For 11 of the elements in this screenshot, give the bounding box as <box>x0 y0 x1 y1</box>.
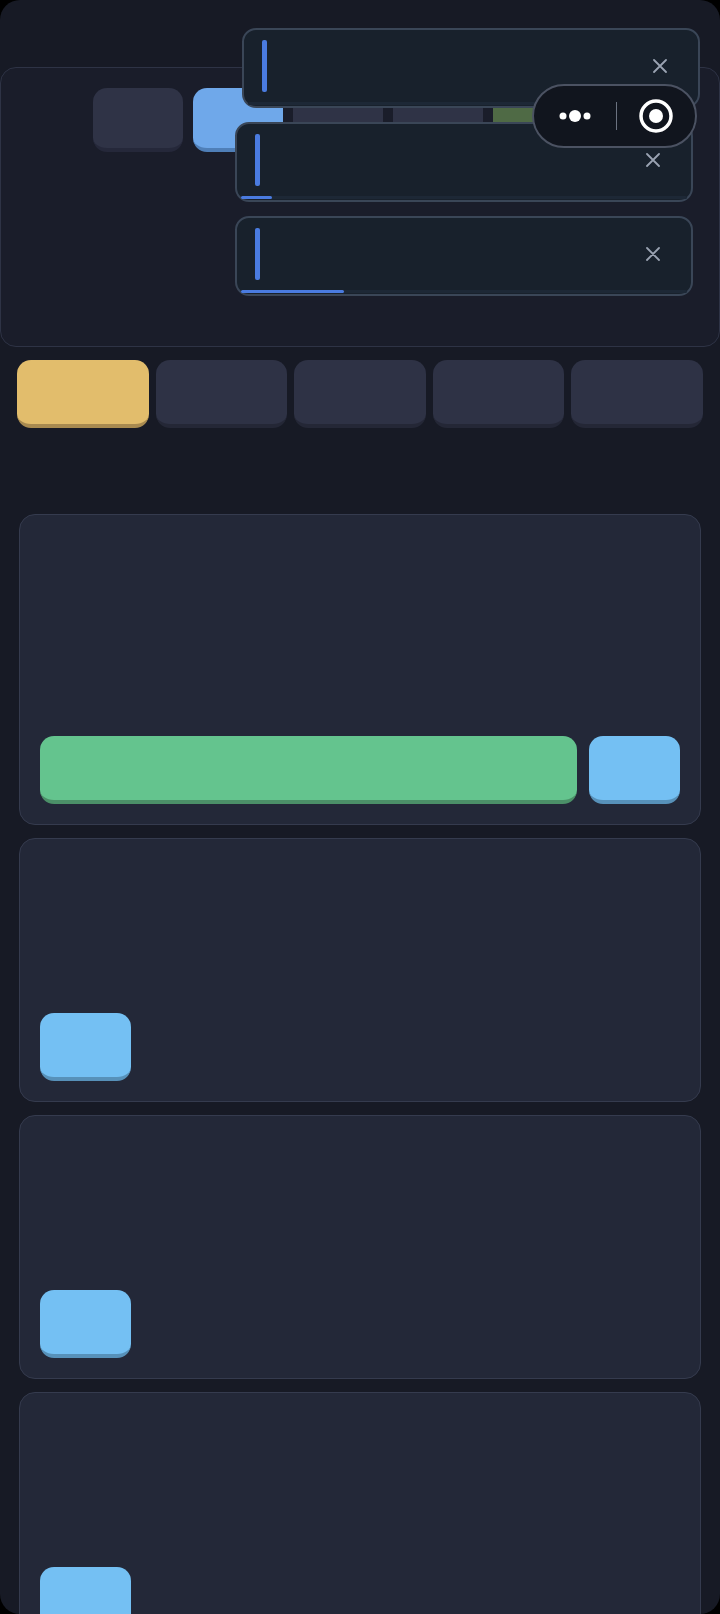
more-icon[interactable] <box>559 110 591 122</box>
close-icon[interactable] <box>646 153 660 167</box>
action-button[interactable] <box>40 1290 131 1358</box>
accent-bar <box>262 40 267 92</box>
close-icon[interactable] <box>646 247 660 261</box>
action-button[interactable] <box>40 1013 131 1081</box>
target-icon[interactable] <box>639 99 673 133</box>
close-icon[interactable] <box>653 59 667 73</box>
action-button[interactable] <box>589 736 680 804</box>
accent-bar <box>255 134 260 186</box>
accent-bar <box>255 228 260 280</box>
